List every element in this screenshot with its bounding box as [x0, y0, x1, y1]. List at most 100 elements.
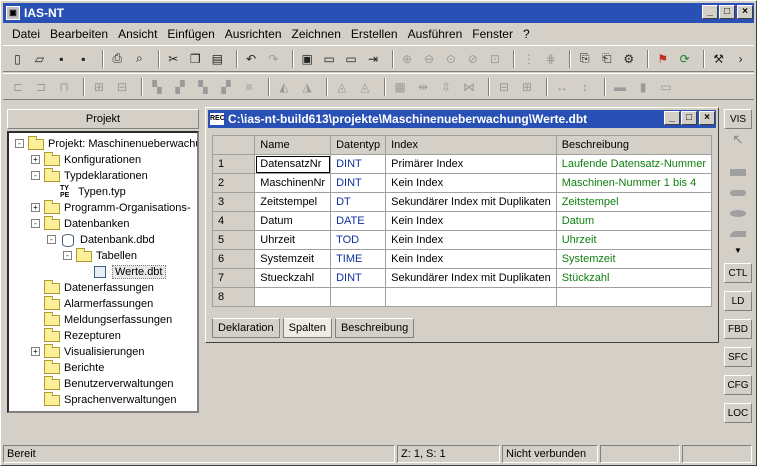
table-cell[interactable]: Sekundärer Index mit Duplikaten: [385, 192, 557, 212]
table-cell[interactable]: DINT: [330, 173, 387, 193]
table-row[interactable]: 5 Uhrzeit TOD Kein Index Uhrzeit: [211, 230, 713, 250]
tree-node[interactable]: Konfigurationen: [44, 151, 141, 168]
expand-icon[interactable]: ▼: [734, 246, 742, 255]
toolbox-loc-button[interactable]: LOC: [724, 403, 752, 423]
snap-icon[interactable]: ⋕: [542, 50, 559, 68]
center-v-icon[interactable]: ⊞: [518, 78, 536, 96]
zoom-fit-icon[interactable]: ⊘: [464, 50, 481, 68]
tree-node[interactable]: Werte.dbt: [92, 264, 166, 280]
table-row[interactable]: 2 MaschinenNr DINT Kein Index Maschinen-Numm…: [211, 173, 713, 193]
table-cell[interactable]: Laufende Datensatz-Nummer: [555, 154, 713, 174]
tools-icon[interactable]: ⚒: [710, 50, 727, 68]
cut-icon[interactable]: ✂: [165, 50, 182, 68]
menu-datei[interactable]: Datei: [7, 27, 45, 41]
tree-node[interactable]: Datenbanken: [44, 215, 129, 232]
table-cell[interactable]: Kein Index: [385, 230, 557, 250]
print-icon[interactable]: ⎙: [109, 50, 126, 68]
zoom-out-icon[interactable]: ⊖: [421, 50, 438, 68]
rotate-left-icon[interactable]: ◬: [333, 78, 351, 96]
menu-bearbeiten[interactable]: Bearbeiten: [45, 27, 113, 41]
table-cell[interactable]: DINT: [330, 154, 387, 174]
table-cell[interactable]: DatensatzNr: [254, 154, 332, 174]
menu-zeichnen[interactable]: Zeichnen: [287, 27, 346, 41]
tree-expander[interactable]: +: [31, 203, 40, 212]
row-number[interactable]: 5: [211, 230, 256, 250]
menu-erstellen[interactable]: Erstellen: [346, 27, 403, 41]
order-icon[interactable]: ≡: [240, 78, 258, 96]
column-header[interactable]: Datentyp: [330, 135, 387, 155]
table-row[interactable]: 7 Stueckzahl DINT Sekundärer Index mit Dupl…: [211, 268, 713, 288]
new-icon[interactable]: ▯: [9, 50, 26, 68]
same-height-icon[interactable]: ↕: [576, 78, 594, 96]
align-center-icon[interactable]: ⊐: [32, 78, 50, 96]
dist-h-icon[interactable]: ⇹: [414, 78, 432, 96]
table-cell[interactable]: Sekundärer Index mit Duplikaten: [385, 268, 557, 288]
table-cell[interactable]: TOD: [330, 230, 387, 250]
project-tree[interactable]: - Projekt: Maschinenueberwachung + Konfigur…: [7, 131, 199, 413]
tree-node[interactable]: TY PE Typen.typ: [60, 184, 126, 200]
menu-ausrichten[interactable]: Ausrichten: [220, 27, 287, 41]
table-cell[interactable]: Kein Index: [385, 173, 557, 193]
align-right-icon[interactable]: ⊓: [55, 78, 73, 96]
menu-fenster[interactable]: Fenster: [467, 27, 518, 41]
dist-icon[interactable]: ▦: [391, 78, 409, 96]
toolbox-vis-button[interactable]: VIS: [724, 109, 752, 129]
zoom-in-icon[interactable]: ⊕: [399, 50, 416, 68]
table-cell[interactable]: Systemzeit: [555, 249, 713, 269]
redo-icon[interactable]: ↷: [265, 50, 282, 68]
tree-expander[interactable]: +: [31, 347, 40, 356]
table-cell[interactable]: Kein Index: [385, 249, 557, 269]
table-cell[interactable]: Primärer Index: [385, 154, 557, 174]
editor-close-button[interactable]: ×: [699, 111, 715, 125]
tree-expander[interactable]: -: [31, 219, 40, 228]
build-icon[interactable]: ⎗: [598, 50, 615, 68]
copy-icon[interactable]: ❐: [187, 50, 204, 68]
corner-cell[interactable]: [211, 135, 256, 155]
ungroup-icon[interactable]: ⊟: [113, 78, 131, 96]
table-cell[interactable]: DATE: [330, 211, 387, 231]
tree-expander[interactable]: -: [31, 171, 40, 180]
column-header[interactable]: Beschreibung: [555, 135, 713, 155]
tree-expander[interactable]: -: [47, 235, 56, 244]
table-cell[interactable]: Zeitstempel: [555, 192, 713, 212]
row-number[interactable]: 1: [211, 154, 256, 174]
window-icon[interactable]: ▭: [321, 50, 338, 68]
center-h-icon[interactable]: ⊟: [495, 78, 513, 96]
minimize-button[interactable]: _: [702, 5, 718, 19]
table-cell[interactable]: Kein Index: [385, 211, 557, 231]
tab-beschreibung[interactable]: Beschreibung: [334, 318, 415, 338]
tree-expander[interactable]: +: [31, 155, 40, 164]
toolbox-cfg-button[interactable]: CFG: [724, 375, 752, 395]
tree-node[interactable]: Meldungserfassungen: [44, 311, 172, 328]
row-number[interactable]: 6: [211, 249, 256, 269]
close-button[interactable]: ×: [737, 5, 753, 19]
row-number[interactable]: 2: [211, 173, 256, 193]
tree-node[interactable]: Datenerfassungen: [44, 279, 154, 296]
same-size-icon[interactable]: ▬: [611, 78, 629, 96]
same-width-icon[interactable]: ↔: [553, 78, 571, 96]
toolbox-fbd-button[interactable]: FBD: [724, 319, 752, 339]
tree-node[interactable]: Rezepturen: [44, 327, 121, 344]
export-icon[interactable]: ⇥: [365, 50, 382, 68]
column-header[interactable]: Index: [385, 135, 557, 155]
flip-h-icon[interactable]: ◭: [275, 78, 293, 96]
tree-node[interactable]: Datenbank.dbd: [60, 232, 155, 248]
menu-einf-gen[interactable]: Einfügen: [162, 27, 219, 41]
grid-icon[interactable]: ⋮: [520, 50, 537, 68]
menu-ausf-hren[interactable]: Ausführen: [403, 27, 468, 41]
table-cell[interactable]: Zeitstempel: [254, 192, 332, 212]
table-cell[interactable]: DINT: [330, 268, 387, 288]
table-cell[interactable]: [555, 287, 713, 307]
row-number[interactable]: 8: [211, 287, 256, 307]
tree-node[interactable]: Visualisierungen: [44, 343, 145, 360]
rotate-right-icon[interactable]: ◬: [356, 78, 374, 96]
save-all-icon[interactable]: ▪: [75, 50, 92, 68]
more-icon[interactable]: ›: [732, 50, 749, 68]
print-preview-icon[interactable]: ⌕: [131, 50, 148, 68]
table-cell[interactable]: [385, 287, 557, 307]
flip-v-icon[interactable]: ◮: [298, 78, 316, 96]
settings-icon[interactable]: ⚙: [620, 50, 637, 68]
undo-icon[interactable]: ↶: [243, 50, 260, 68]
table-cell[interactable]: Stückzahl: [555, 268, 713, 288]
send-back-icon[interactable]: ▞: [171, 78, 189, 96]
